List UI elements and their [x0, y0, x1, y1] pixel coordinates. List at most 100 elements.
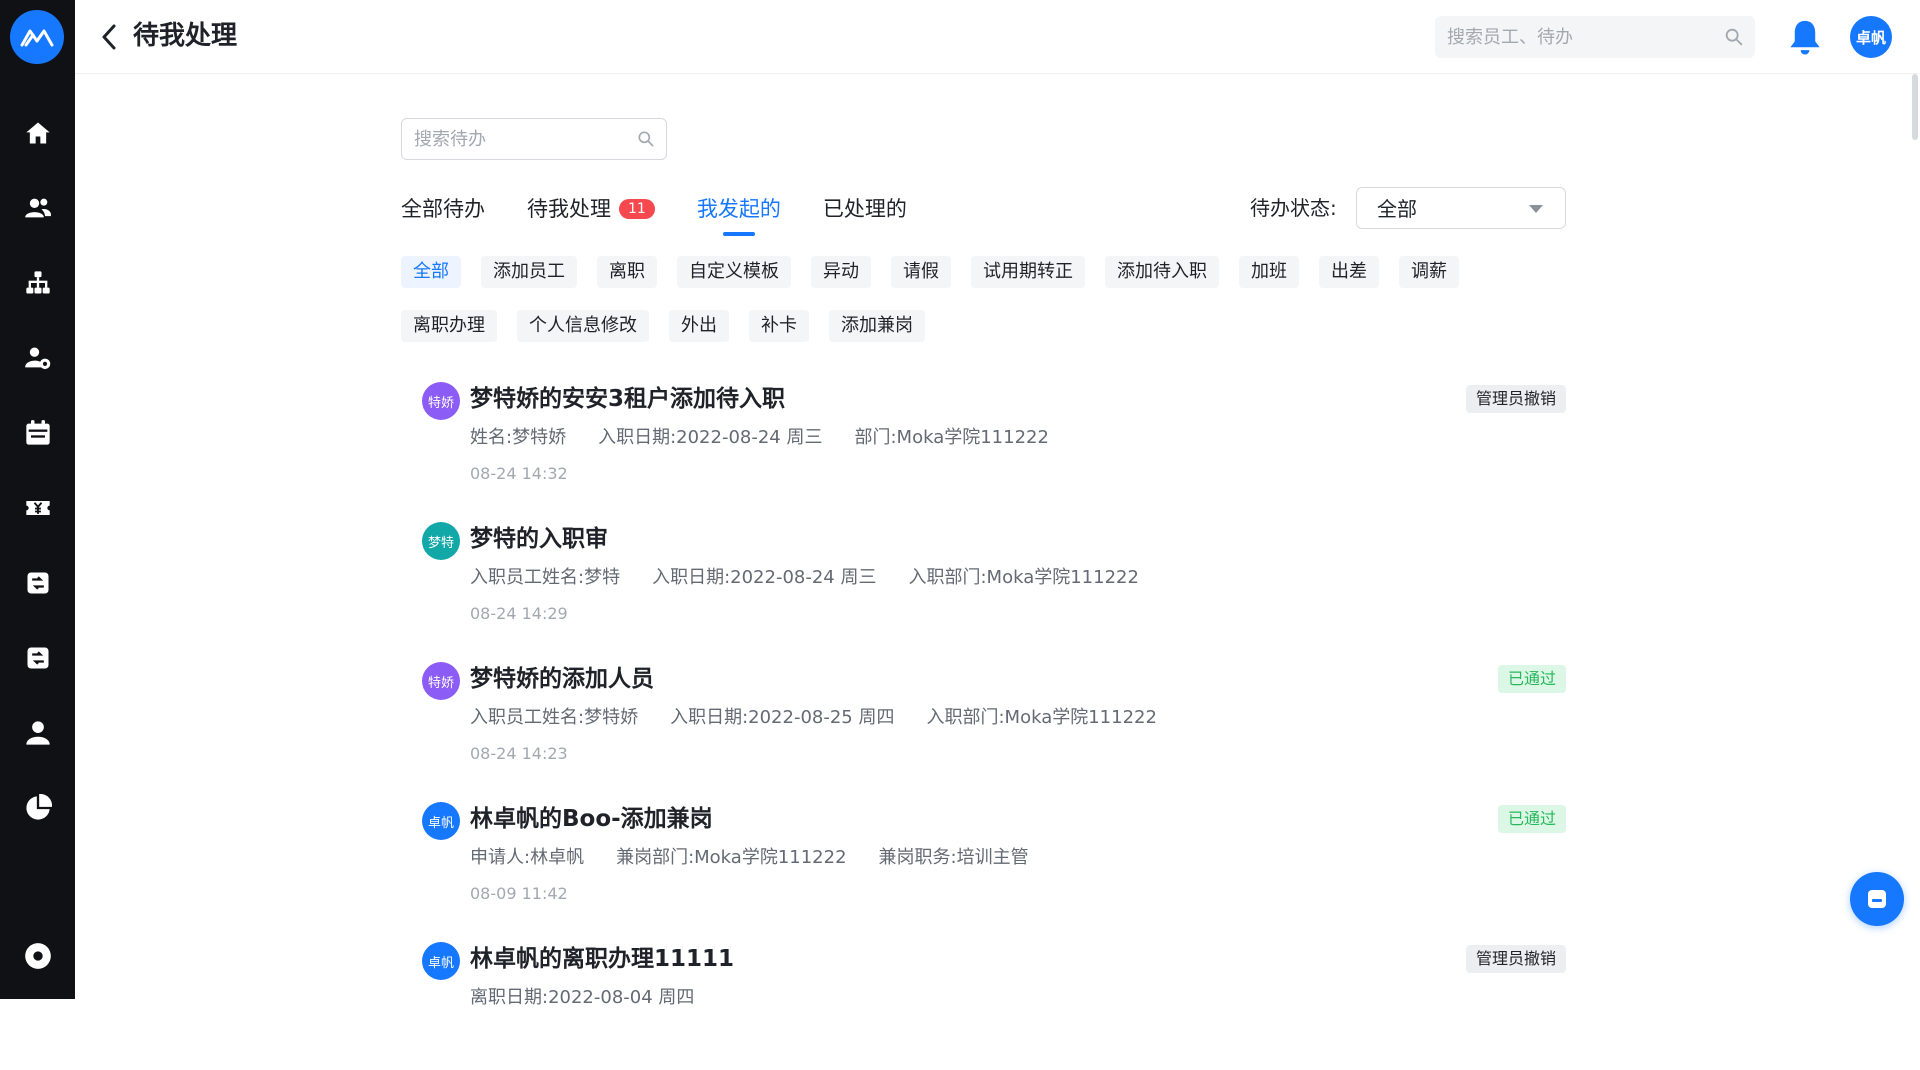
todo-meta: 入职员工姓名:梦特娇 入职日期:2022-08-25 周四 入职部门:Moka学院1… [470, 704, 1189, 732]
sidebar-item-person[interactable] [0, 707, 75, 759]
todo-timestamp: 08-24 14:23 [470, 744, 568, 763]
sidebar-item-home[interactable] [0, 107, 75, 159]
sidebar-item-analytics[interactable] [0, 782, 75, 834]
avatar: 特娇 [422, 662, 460, 700]
tab-label: 我发起的 [696, 197, 781, 221]
page-title: 待我处理 [133, 21, 238, 51]
sidebar-item-salary[interactable] [0, 482, 75, 534]
todo-field: 入职日期:2022-08-24 周三 [598, 427, 823, 448]
todo-item[interactable]: 卓帆 林卓帆的Boo-添加兼岗 申请人:林卓帆 兼岗部门:Moka学院111222 兼岗… [420, 790, 1566, 930]
left-sidebar [0, 0, 75, 999]
top-header: 待我处理 卓帆 [75, 0, 1920, 74]
status-filter-label: 待办状态: [1250, 196, 1337, 220]
global-search[interactable] [1435, 16, 1755, 58]
home-icon [25, 122, 50, 144]
filter-chip[interactable]: 试用期转正 [971, 256, 1085, 288]
sidebar-item-report-alt[interactable] [0, 632, 75, 684]
filter-chip[interactable]: 自定义模板 [677, 256, 791, 288]
filter-chip[interactable]: 出差 [1319, 256, 1379, 288]
count-badge: 11 [619, 199, 655, 219]
filter-chip[interactable]: 添加兼岗 [829, 310, 925, 342]
todo-field: 申请人:林卓帆 [470, 847, 585, 868]
filter-chip[interactable]: 外出 [669, 310, 729, 342]
todo-field: 入职部门:Moka学院111222 [908, 567, 1139, 588]
filter-chip[interactable]: 添加员工 [481, 256, 577, 288]
sidebar-item-report[interactable] [0, 557, 75, 609]
status-badge: 已通过 [1497, 665, 1566, 693]
tab-processed[interactable]: 已处理的 [823, 188, 907, 230]
user-settings-icon [24, 347, 50, 370]
scrollbar[interactable] [1912, 74, 1918, 140]
todo-field: 入职部门:Moka学院111222 [926, 707, 1157, 728]
filter-chip[interactable]: 补卡 [749, 310, 809, 342]
todo-item[interactable]: 特娇 梦特娇的安安3租户添加待入职 姓名:梦特娇 入职日期:2022-08-24 周三… [420, 370, 1566, 510]
todo-item[interactable]: 特娇 梦特娇的添加人员 入职员工姓名:梦特娇 入职日期:2022-08-25 周四 入职… [420, 650, 1566, 790]
todo-title[interactable]: 梦特的入职审 [470, 522, 608, 556]
filter-chip[interactable]: 请假 [891, 256, 951, 288]
filter-chip[interactable]: 添加待入职 [1105, 256, 1219, 288]
status-badge: 管理员撤销 [1465, 945, 1566, 973]
status-badge: 管理员撤销 [1465, 385, 1566, 413]
app-logo-icon[interactable] [10, 10, 64, 64]
sidebar-item-people[interactable] [0, 182, 75, 234]
sidebar-item-calendar[interactable] [0, 407, 75, 459]
todo-meta: 离职日期:2022-08-04 周四 [470, 984, 726, 1012]
moka-logo-icon [20, 29, 54, 47]
filter-chip[interactable]: 异动 [811, 256, 871, 288]
global-search-input[interactable] [1435, 16, 1755, 58]
status-badge: 已通过 [1497, 805, 1566, 833]
filter-chip[interactable]: 离职办理 [401, 310, 497, 342]
todo-meta: 入职员工姓名:梦特 入职日期:2022-08-24 周三 入职部门:Moka学院11… [470, 564, 1171, 592]
notification-bell-icon[interactable] [1787, 18, 1823, 56]
todo-item[interactable]: 卓帆 林卓帆的离职办理11111 离职日期:2022-08-04 周四 管理员撤销 [420, 930, 1566, 1070]
tab-label: 全部待办 [401, 197, 485, 221]
avatar: 特娇 [422, 382, 460, 420]
report-alt-icon [27, 647, 48, 669]
org-chart-icon [25, 271, 50, 294]
people-icon [24, 198, 51, 218]
status-filter-select[interactable]: 全部 [1356, 187, 1566, 229]
sidebar-item-org[interactable] [0, 257, 75, 309]
avatar: 梦特 [422, 522, 460, 560]
todo-field: 部门:Moka学院111222 [854, 427, 1049, 448]
salary-icon [25, 501, 50, 515]
filter-chip[interactable]: 个人信息修改 [517, 310, 649, 342]
settings-icon [24, 943, 51, 969]
avatar: 卓帆 [422, 802, 460, 840]
tab-all-todos[interactable]: 全部待办 [401, 188, 485, 230]
sidebar-item-user-settings[interactable] [0, 332, 75, 384]
todo-field: 入职员工姓名:梦特娇 [470, 707, 639, 728]
tab-label: 待我处理 [527, 197, 611, 221]
tab-initiated-by-me[interactable]: 我发起的 [696, 188, 781, 236]
todo-timestamp: 08-24 14:32 [470, 464, 568, 483]
todo-search[interactable] [401, 118, 667, 160]
filter-chip[interactable]: 离职 [597, 256, 657, 288]
todo-item[interactable]: 梦特 梦特的入职审入职员工姓名:梦特 入职日期:2022-08-24 周三 入职部门:… [420, 510, 1566, 650]
todo-title[interactable]: 林卓帆的离职办理11111 [470, 942, 734, 976]
todo-field: 兼岗部门:Moka学院111222 [616, 847, 847, 868]
todo-search-input[interactable] [402, 119, 666, 159]
filter-chip[interactable]: 加班 [1239, 256, 1299, 288]
todo-field: 离职日期:2022-08-04 周四 [470, 987, 695, 1008]
tab-pending-me[interactable]: 待我处理 11 [527, 188, 655, 230]
filter-chip[interactable]: 调薪 [1399, 256, 1459, 288]
floating-action-button[interactable] [1850, 872, 1904, 926]
todo-field: 入职日期:2022-08-25 周四 [670, 707, 895, 728]
search-icon[interactable] [1723, 26, 1745, 48]
search-icon[interactable] [636, 129, 656, 149]
tab-label: 已处理的 [822, 197, 907, 221]
todo-field: 入职员工姓名:梦特 [470, 567, 621, 588]
todo-meta: 申请人:林卓帆 兼岗部门:Moka学院111222 兼岗职务:培训主管 [470, 844, 1061, 872]
category-chips: 全部 添加员工 离职 自定义模板 异动 请假 试用期转正 添加待入职 加班 出差 调薪离职办理 个人信… [401, 256, 1581, 364]
todo-meta: 姓名:梦特娇 入职日期:2022-08-24 周三 部门:Moka学院111222 [470, 424, 1081, 452]
pie-chart-icon [25, 794, 52, 820]
todo-title[interactable]: 梦特娇的添加人员 [470, 662, 654, 696]
report-icon [27, 572, 48, 594]
sidebar-item-settings[interactable] [0, 930, 75, 982]
filter-chip[interactable]: 全部 [401, 256, 461, 288]
back-button[interactable] [97, 20, 121, 54]
user-avatar[interactable]: 卓帆 [1850, 16, 1892, 58]
chevron-left-icon [102, 24, 116, 50]
todo-title[interactable]: 梦特娇的安安3租户添加待入职 [470, 382, 785, 416]
todo-title[interactable]: 林卓帆的Boo-添加兼岗 [470, 802, 713, 836]
